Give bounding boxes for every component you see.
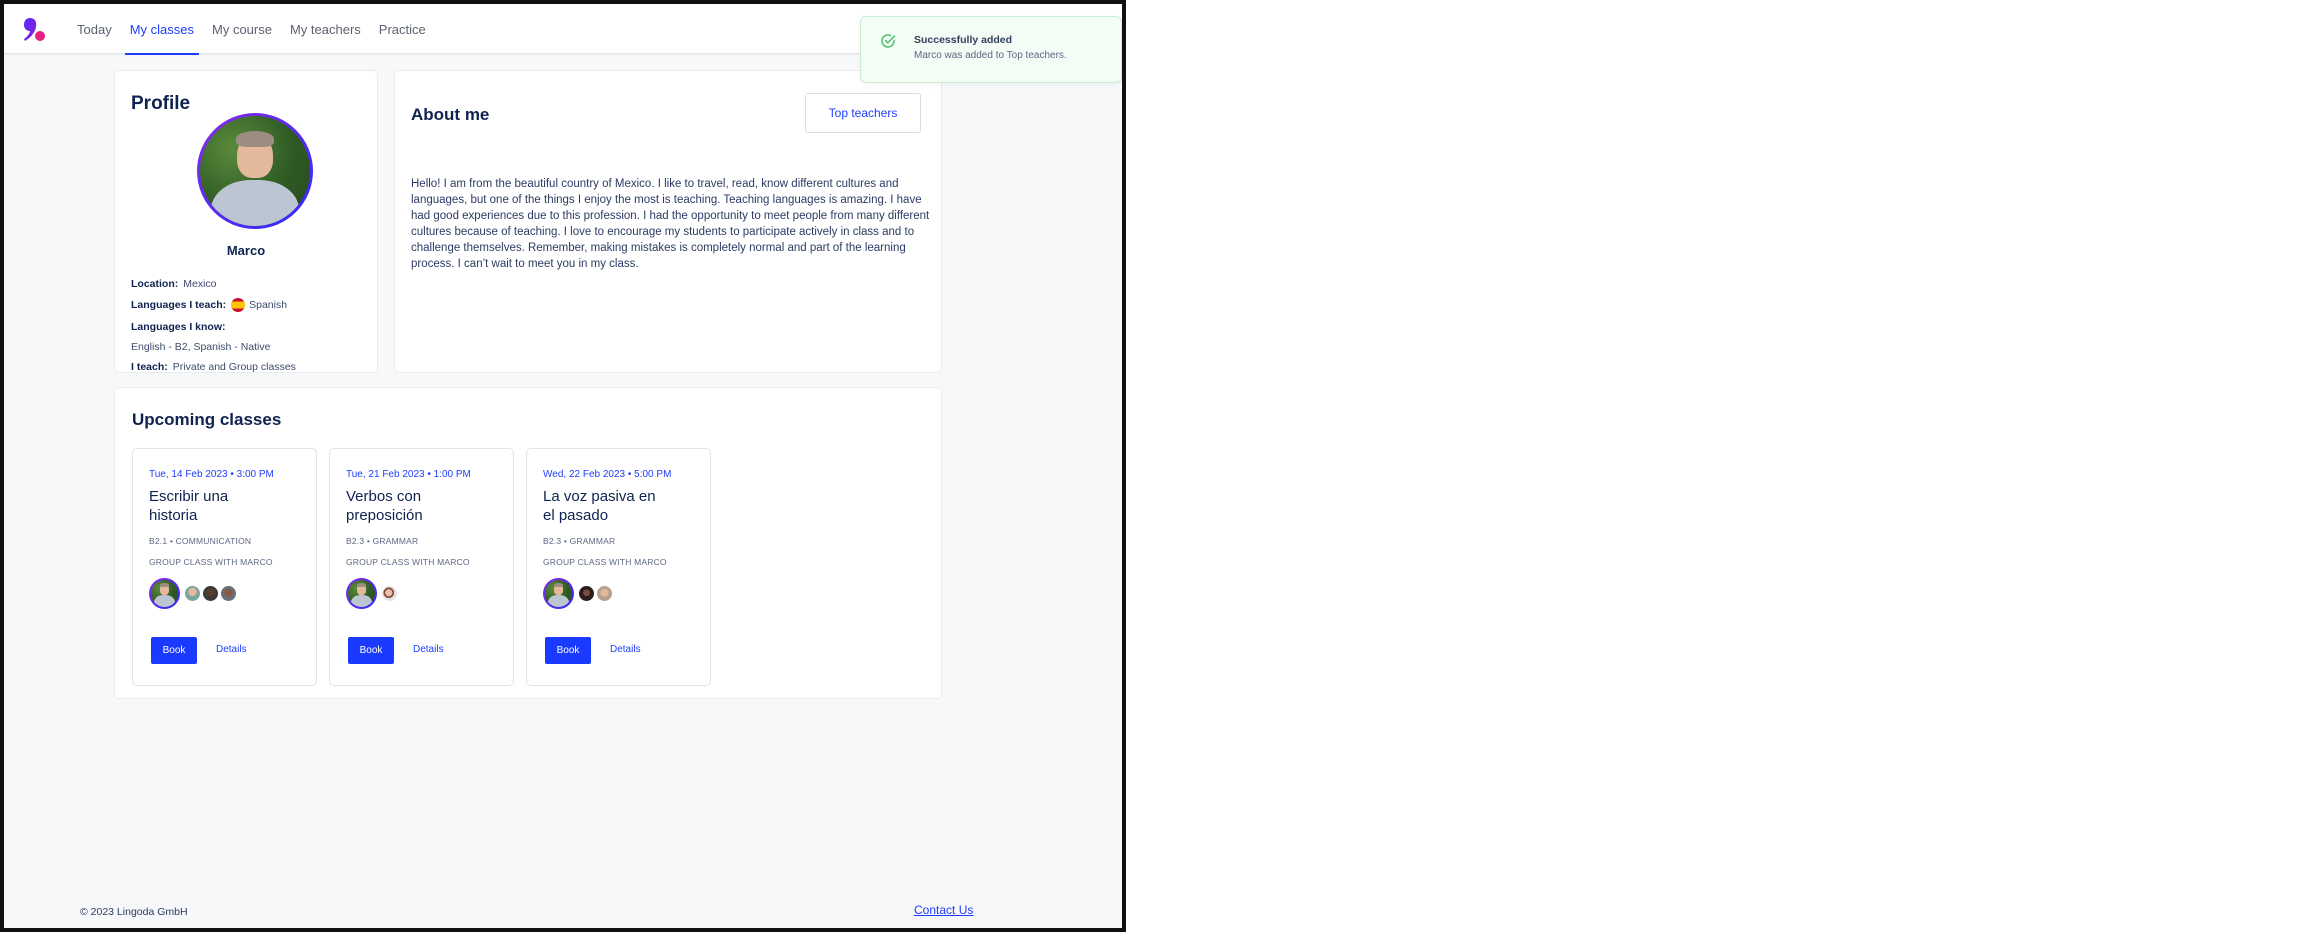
class-date: Wed, 22 Feb 2023 • 5:00 PM: [543, 469, 672, 480]
class-title: Escribir una historia: [149, 488, 229, 524]
about-card: About me Top teachers Hello! I am from t…: [394, 70, 942, 373]
location-value: Mexico: [183, 278, 217, 290]
class-title: Verbos con preposición: [346, 488, 423, 524]
participant-avatars: [543, 577, 614, 609]
class-card: Tue, 14 Feb 2023 • 3:00 PM Escribir una …: [132, 448, 317, 686]
class-card: Wed, 22 Feb 2023 • 5:00 PM La voz pasiva…: [526, 448, 711, 686]
languages-teach-label: Languages I teach:: [131, 299, 227, 311]
languages-know-value-row: English - B2, Spanish - Native: [131, 341, 270, 353]
student-avatar: [202, 584, 219, 602]
nav-menu: Today My classes My course My teachers P…: [72, 4, 439, 55]
student-avatar: [596, 584, 613, 602]
browser-frame: Today My classes My course My teachers P…: [0, 0, 1126, 932]
nav-item-my-course[interactable]: My course: [207, 4, 277, 54]
class-actions: Book Details: [545, 637, 641, 664]
teacher-photo: [200, 116, 310, 226]
nav-item-today[interactable]: Today: [72, 4, 117, 54]
teach-type-label: I teach:: [131, 361, 168, 373]
class-host: GROUP CLASS WITH MARCO: [346, 557, 470, 567]
spain-flag-icon: [231, 298, 246, 312]
location-label: Location:: [131, 278, 179, 290]
about-heading: About me: [411, 105, 490, 124]
success-toast: Successfully added Marco was added to To…: [860, 16, 1122, 83]
teacher-name: Marco: [226, 243, 266, 258]
languages-know-row: Languages I know:: [131, 321, 231, 333]
languages-know-value: English - B2, Spanish - Native: [131, 341, 271, 353]
upcoming-classes-card: Upcoming classes Tue, 14 Feb 2023 • 3:00…: [114, 387, 942, 699]
about-text: Hello! I am from the beautiful country o…: [411, 178, 930, 270]
nav-item-my-classes[interactable]: My classes: [124, 4, 200, 55]
teacher-avatar: [346, 577, 377, 609]
class-date: Tue, 14 Feb 2023 • 3:00 PM: [149, 469, 274, 480]
contact-us-link[interactable]: Contact Us: [914, 903, 973, 917]
participant-avatars: [149, 577, 238, 609]
details-link[interactable]: Details: [413, 644, 444, 655]
class-title: La voz pasiva en el pasado: [543, 488, 656, 524]
student-avatar: [578, 584, 595, 602]
book-button[interactable]: Book: [545, 637, 591, 664]
nav-item-practice[interactable]: Practice: [374, 4, 431, 54]
participant-avatars: [346, 577, 399, 609]
check-circle-icon: [881, 34, 896, 48]
teacher-avatar: [149, 577, 180, 609]
toast-message: Marco was added to Top teachers.: [914, 50, 1067, 61]
languages-teach-row: Languages I teach: Spanish: [131, 298, 287, 312]
class-card: Tue, 21 Feb 2023 • 1:00 PM Verbos con pr…: [329, 448, 514, 686]
class-actions: Book Details: [348, 637, 444, 664]
footer-copyright: © 2023 Lingoda GmbH: [80, 906, 188, 918]
teach-type-value: Private and Group classes: [172, 361, 296, 373]
class-level-topic: B2.1 • COMMUNICATION: [149, 536, 252, 546]
profile-card: Profile Marco Location: Mexico Languages…: [114, 70, 378, 373]
upcoming-heading: Upcoming classes: [132, 410, 282, 429]
student-avatar: [220, 584, 237, 602]
details-link[interactable]: Details: [610, 644, 641, 655]
teach-type-row: I teach: Private and Group classes: [131, 361, 296, 373]
class-host: GROUP CLASS WITH MARCO: [149, 557, 273, 567]
student-avatar: [184, 584, 201, 602]
book-button[interactable]: Book: [348, 637, 394, 664]
details-link[interactable]: Details: [216, 644, 247, 655]
class-date: Tue, 21 Feb 2023 • 1:00 PM: [346, 469, 471, 480]
class-level-topic: B2.3 • GRAMMAR: [543, 536, 616, 546]
class-host: GROUP CLASS WITH MARCO: [543, 557, 667, 567]
nav-item-my-teachers[interactable]: My teachers: [285, 4, 366, 54]
lingoda-logo[interactable]: [22, 17, 46, 43]
toast-title: Successfully added: [914, 34, 1013, 46]
class-actions: Book Details: [151, 637, 247, 664]
location-row: Location: Mexico: [131, 278, 217, 290]
profile-heading: Profile: [131, 93, 191, 114]
top-teachers-button[interactable]: Top teachers: [805, 93, 921, 133]
book-button[interactable]: Book: [151, 637, 197, 664]
class-level-topic: B2.3 • GRAMMAR: [346, 536, 419, 546]
student-avatar: [381, 584, 398, 602]
languages-know-label: Languages I know:: [131, 321, 226, 333]
teacher-avatar: [197, 113, 313, 229]
teacher-avatar: [543, 577, 574, 609]
languages-teach-value: Spanish: [249, 299, 288, 311]
